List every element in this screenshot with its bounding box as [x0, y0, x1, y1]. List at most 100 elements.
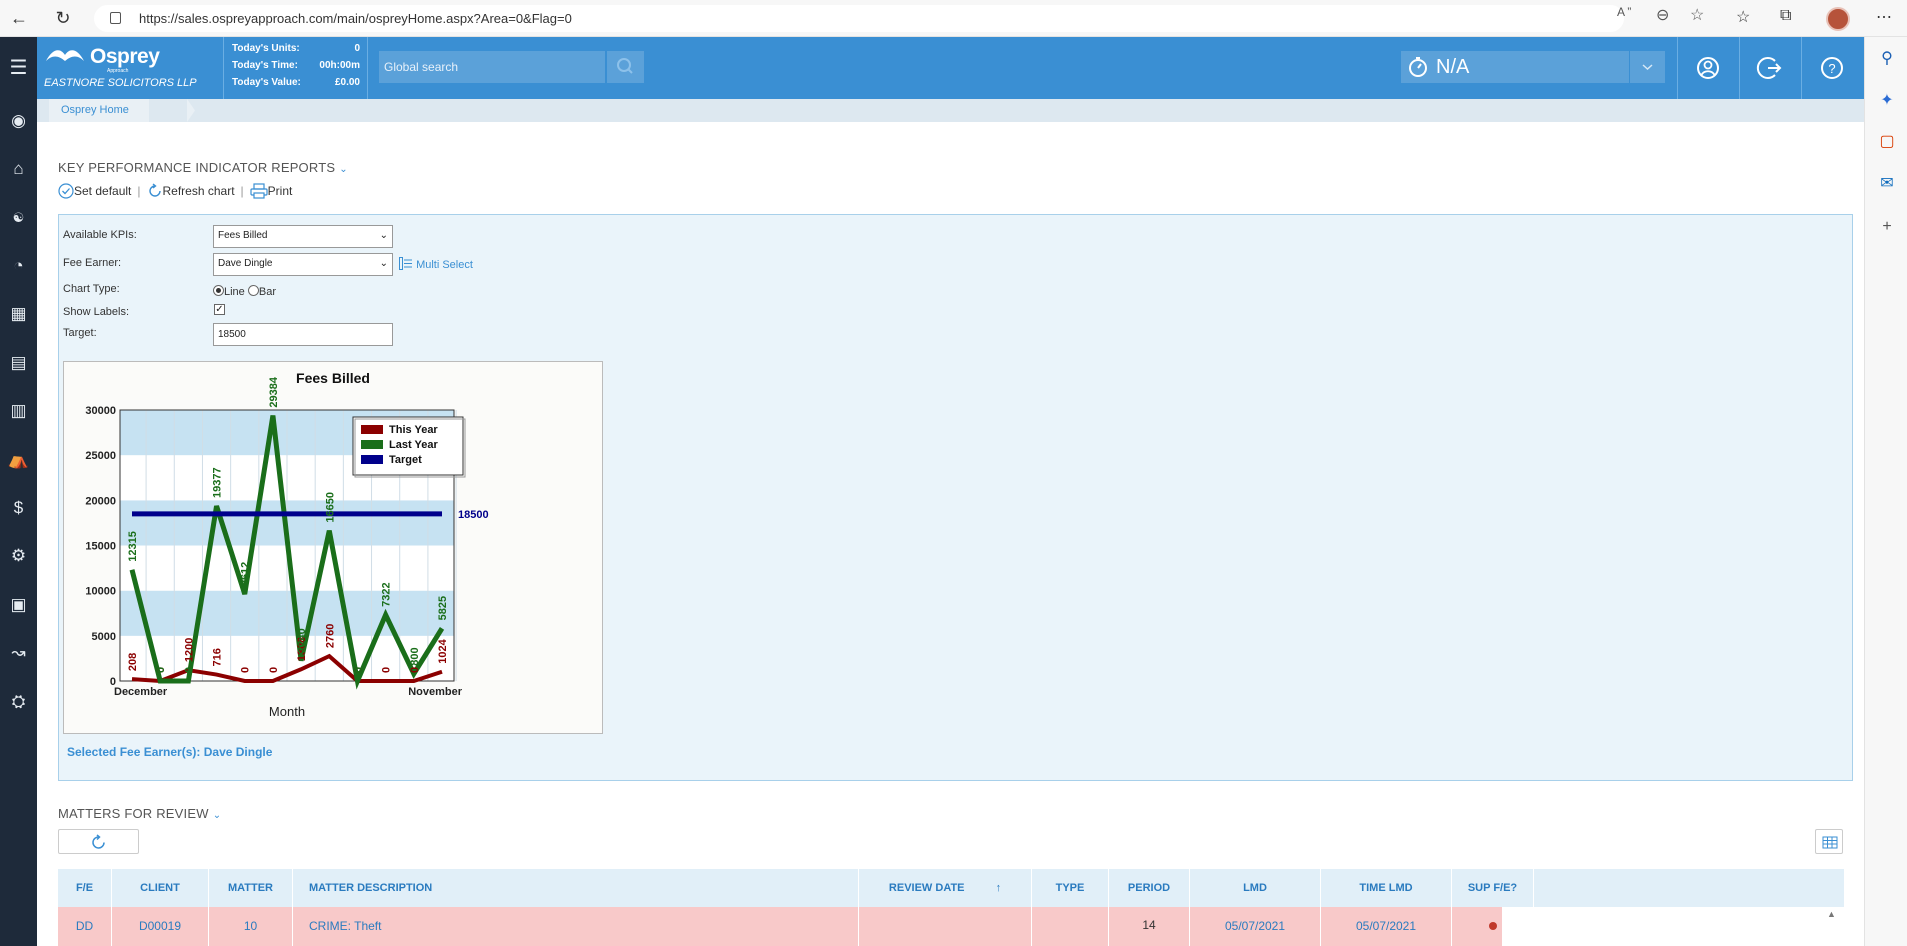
search-button[interactable] [607, 51, 644, 83]
logout-button[interactable] [1739, 37, 1801, 99]
column-header-period[interactable]: PERIOD [1109, 869, 1190, 907]
x-tick-label: December [114, 686, 168, 698]
data-label: 1024 [437, 638, 449, 663]
column-header-time-lmd[interactable]: TIME LMD [1321, 869, 1452, 907]
notebook-icon[interactable]: ▤ [6, 350, 31, 375]
column-chooser-button[interactable] [1815, 829, 1843, 854]
print-label: Print [267, 184, 293, 198]
matters-refresh-button[interactable] [58, 829, 139, 854]
column-header-matter[interactable]: MATTER [209, 869, 293, 907]
chart-type-line-radio[interactable] [213, 285, 224, 296]
clients-icon[interactable]: ☯ [6, 205, 31, 230]
dashboard-icon[interactable]: ◔ [6, 253, 31, 278]
column-header-lmd[interactable]: LMD [1190, 869, 1321, 907]
cell-period: 14 [1109, 907, 1190, 946]
multi-select-label: Multi Select [416, 259, 473, 271]
data-label: 716 [212, 648, 224, 666]
breadcrumb-home[interactable]: Osprey Home [49, 99, 149, 122]
user-profile-button[interactable] [1677, 37, 1739, 99]
back-icon[interactable]: ← [8, 7, 30, 29]
browser-sidebar: ⚲ ✦ ▢ ✉ + [1864, 37, 1907, 946]
address-bar[interactable]: https://sales.ospreyapproach.com/main/os… [94, 5, 1704, 32]
calendar-icon[interactable]: ▦ [6, 301, 31, 326]
columns-icon [1822, 836, 1838, 849]
refresh-chart-label: Refresh chart [162, 184, 235, 198]
reports-chart-icon[interactable]: ↝ [6, 640, 31, 665]
value-label: Today's Value: [232, 77, 301, 88]
set-default-button[interactable]: Set default [58, 183, 131, 199]
data-label: 1200 [183, 638, 195, 662]
table-row[interactable]: DD D00019 10 CRIME: Theft 14 05/07/2021 … [58, 907, 1534, 946]
fee-earner-select[interactable]: Dave Dingle ⌄ [213, 253, 393, 276]
profile-avatar[interactable] [1826, 7, 1850, 31]
cell-matter[interactable]: 10 [209, 907, 293, 946]
admin-settings-icon[interactable]: ⛭ [6, 689, 31, 714]
available-kpis-value: Fees Billed [218, 230, 268, 241]
library-icon[interactable]: ▥ [6, 398, 31, 423]
kpi-panel: Available KPIs: Fees Billed ⌄ Fee Earner… [58, 214, 1853, 781]
logo-bird-icon [46, 50, 84, 61]
home-icon[interactable]: ⌂ [6, 156, 31, 181]
column-header-review-date[interactable]: REVIEW DATE ↑ [859, 869, 1032, 907]
kpi-section-title[interactable]: KEY PERFORMANCE INDICATOR REPORTS ⌄ [58, 160, 348, 175]
target-input[interactable]: 18500 [213, 323, 393, 346]
x-tick-label: November [408, 686, 463, 698]
cell-client[interactable]: D00019 [112, 907, 209, 946]
refresh-icon [92, 834, 105, 849]
favorites-icon[interactable]: ☆ [1736, 7, 1750, 27]
column-header-matter-description[interactable]: MATTER DESCRIPTION [293, 869, 859, 907]
copilot-icon[interactable]: ✦ [1877, 91, 1897, 111]
favorite-star-icon[interactable]: ☆ [1690, 5, 1704, 25]
x-axis-label: Month [269, 704, 305, 719]
office-icon[interactable]: ▢ [1877, 132, 1897, 152]
column-header-fe[interactable]: F/E [58, 869, 112, 907]
documents-icon[interactable]: ▣ [6, 592, 31, 617]
available-kpis-select[interactable]: Fees Billed ⌄ [213, 225, 393, 248]
logo-text: Osprey [90, 45, 160, 68]
reload-icon[interactable]: ↻ [52, 7, 74, 29]
print-button[interactable]: Print [250, 183, 293, 199]
more-menu-icon[interactable]: ⋯ [1876, 7, 1892, 27]
timer-dropdown-button[interactable] [1630, 51, 1665, 83]
refresh-chart-button[interactable]: Refresh chart [147, 183, 235, 199]
column-header-sup-fe[interactable]: SUP F/E? [1452, 869, 1534, 907]
billing-icon[interactable]: $ [6, 495, 31, 520]
matters-section-title[interactable]: MATTERS FOR REVIEW ⌄ [58, 806, 221, 821]
zoom-icon[interactable]: ⊖ [1656, 5, 1669, 25]
y-tick-label: 25000 [85, 450, 116, 462]
help-icon: ? [1821, 57, 1843, 79]
header-divider [367, 37, 368, 99]
collections-icon[interactable]: ⧉ [1780, 7, 1791, 25]
column-header-type[interactable]: TYPE [1032, 869, 1109, 907]
search-icon[interactable]: ⚲ [1877, 49, 1897, 69]
show-labels-checkbox[interactable]: ✓ [214, 304, 225, 315]
osprey-logo[interactable]: Osprey Approach EASTNORE SOLICITORS LLP [42, 43, 197, 95]
cell-sup-fe [1452, 907, 1534, 946]
matters-title-text: MATTERS FOR REVIEW [58, 806, 209, 821]
review-date-label: REVIEW DATE [888, 882, 965, 894]
data-label: 7322 [381, 582, 393, 606]
help-button[interactable]: ? [1801, 37, 1863, 99]
outlook-icon[interactable]: ✉ [1877, 174, 1897, 194]
data-label: 0 [268, 667, 280, 673]
chart-type-label: Chart Type: [63, 283, 120, 295]
legend-swatch [361, 425, 383, 434]
global-search-input[interactable] [379, 51, 605, 83]
eye-icon[interactable]: ◉ [6, 108, 31, 133]
column-header-client[interactable]: CLIENT [112, 869, 209, 907]
chart-type-bar-radio[interactable] [247, 285, 259, 296]
printer-icon [250, 183, 268, 199]
chevron-down-icon: ⌄ [212, 810, 222, 821]
cell-fe[interactable]: DD [58, 907, 112, 946]
multi-select-link[interactable]: Multi Select [399, 257, 473, 271]
available-kpis-label: Available KPIs: [63, 229, 137, 241]
timer-selector[interactable]: N/A [1401, 51, 1629, 83]
hamburger-menu-icon[interactable]: ☰ [6, 56, 31, 81]
scroll-up-arrow[interactable]: ▲ [1827, 909, 1836, 919]
cart-icon[interactable]: ⛺ [6, 447, 31, 472]
cell-matter-description[interactable]: CRIME: Theft [293, 907, 859, 946]
settings-list-icon[interactable]: ⚙ [6, 543, 31, 568]
global-search[interactable] [379, 51, 605, 83]
add-icon[interactable]: + [1877, 217, 1897, 237]
read-aloud-icon[interactable]: A ” [1617, 5, 1631, 19]
